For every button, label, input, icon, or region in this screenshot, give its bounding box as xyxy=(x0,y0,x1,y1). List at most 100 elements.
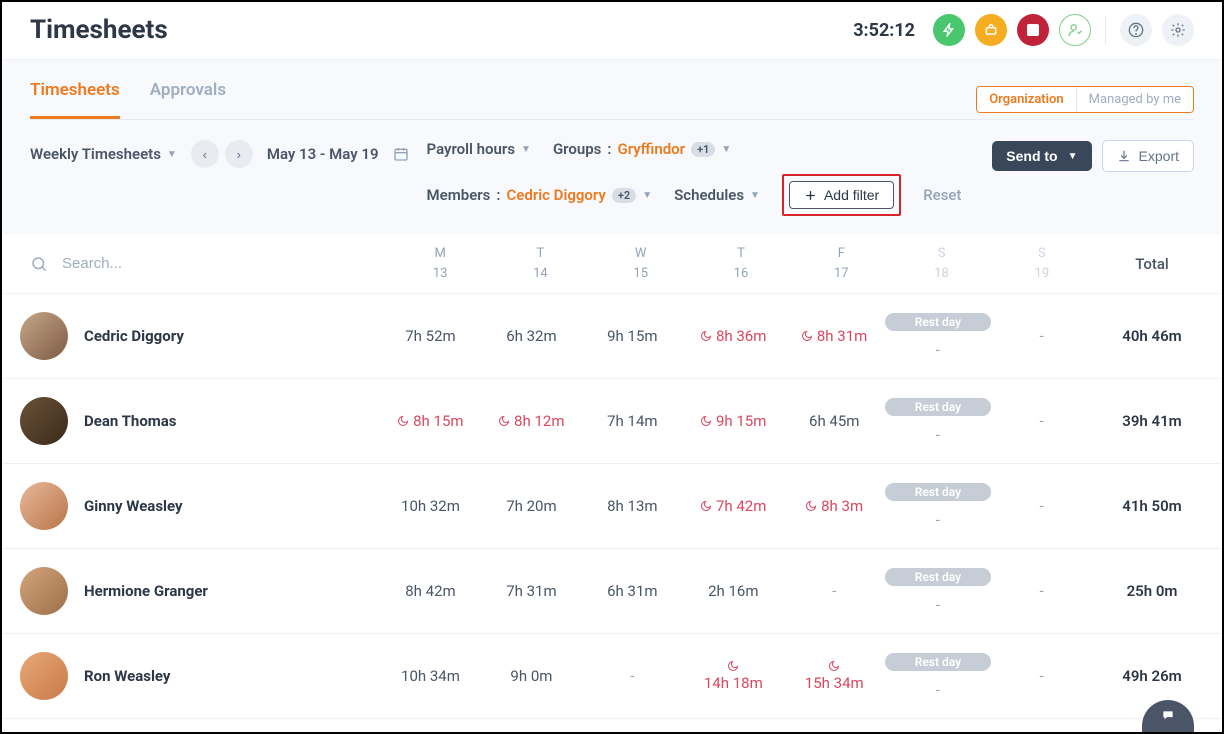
day-header: M13 xyxy=(390,244,490,283)
time-cell[interactable]: Rest day- xyxy=(885,568,991,614)
tracker-stop-button[interactable] xyxy=(1017,14,1049,46)
time-cell[interactable]: - xyxy=(991,497,1092,515)
rest-day-badge: Rest day xyxy=(885,313,991,331)
time-cell[interactable]: 8h 13m xyxy=(582,497,683,515)
time-cell[interactable]: Rest day- xyxy=(885,483,991,529)
rest-day-badge: Rest day xyxy=(885,568,991,586)
filter-schedules[interactable]: Schedules ▼ xyxy=(674,186,760,204)
time-cell[interactable]: - xyxy=(991,667,1092,685)
member-cell: Ginny Weasley xyxy=(20,482,380,530)
table-row[interactable]: Ron Weasley10h 34m9h 0m-14h 18m15h 34mRe… xyxy=(2,634,1222,719)
filter-members[interactable]: Members: Cedric Diggory +2 ▼ xyxy=(427,186,653,204)
time-cell[interactable]: 6h 31m xyxy=(582,582,683,600)
user-check-icon xyxy=(1067,22,1083,38)
tracker-action-2[interactable] xyxy=(975,14,1007,46)
export-button[interactable]: Export xyxy=(1102,140,1194,172)
lightning-icon xyxy=(942,23,956,37)
row-total: 41h 50m xyxy=(1092,497,1212,515)
member-cell: Ron Weasley xyxy=(20,652,380,700)
time-cell[interactable]: - xyxy=(991,582,1092,600)
member-cell: Hermione Granger xyxy=(20,567,380,615)
time-cell[interactable]: 8h 15m xyxy=(380,412,481,430)
time-cell[interactable]: 7h 14m xyxy=(582,412,683,430)
day-header: S18 xyxy=(891,244,991,283)
settings-button[interactable] xyxy=(1162,14,1194,46)
chat-icon xyxy=(1158,709,1178,723)
send-to-button[interactable]: Send to ▼ xyxy=(992,141,1091,171)
avatar xyxy=(20,652,68,700)
filter-groups[interactable]: Groups: Gryffindor +1 ▼ xyxy=(553,140,731,158)
avatar xyxy=(20,312,68,360)
tracker-action-1[interactable] xyxy=(933,14,965,46)
time-cell[interactable]: 2h 16m xyxy=(683,582,784,600)
topbar-actions: 3:52:12 xyxy=(853,14,1194,46)
briefcase-icon xyxy=(984,23,998,37)
time-cell[interactable]: - xyxy=(784,582,885,600)
reset-filters-button[interactable]: Reset xyxy=(923,186,961,204)
total-header: Total xyxy=(1092,255,1212,273)
table-row[interactable]: Cedric Diggory7h 52m6h 32m9h 15m 8h 36m … xyxy=(2,294,1222,379)
time-cell[interactable]: 8h 42m xyxy=(380,582,481,600)
avatar xyxy=(20,567,68,615)
time-cell[interactable]: 8h 12m xyxy=(481,412,582,430)
time-cell[interactable]: 9h 15m xyxy=(582,327,683,345)
time-cell[interactable]: 10h 34m xyxy=(380,667,481,685)
calendar-button[interactable] xyxy=(393,146,409,162)
table-row[interactable]: Ginny Weasley10h 32m7h 20m8h 13m 7h 42m … xyxy=(2,464,1222,549)
time-cell[interactable]: 6h 32m xyxy=(481,327,582,345)
topbar: Timesheets 3:52:12 xyxy=(2,2,1222,59)
time-cell[interactable]: 7h 31m xyxy=(481,582,582,600)
help-button[interactable] xyxy=(1120,14,1152,46)
member-cell: Dean Thomas xyxy=(20,397,380,445)
add-filter-highlight: Add filter xyxy=(782,174,901,216)
time-cell[interactable]: - xyxy=(991,327,1092,345)
stop-icon xyxy=(1027,24,1039,36)
row-total: 49h 26m xyxy=(1092,667,1212,685)
member-name: Cedric Diggory xyxy=(84,327,184,345)
caret-down-icon: ▼ xyxy=(167,149,177,160)
time-cell[interactable]: 7h 52m xyxy=(380,327,481,345)
day-header: W15 xyxy=(591,244,691,283)
tab-timesheets[interactable]: Timesheets xyxy=(30,80,120,119)
table-row[interactable]: Hermione Granger8h 42m7h 31m6h 31m2h 16m… xyxy=(2,549,1222,634)
search-input[interactable] xyxy=(62,255,262,272)
table-header-row: M13T14W15T16F17S18S19Total xyxy=(2,234,1222,294)
members-extra-badge: +2 xyxy=(612,188,636,203)
time-cell[interactable]: 14h 18m xyxy=(683,660,784,692)
time-cell[interactable]: 9h 15m xyxy=(683,412,784,430)
time-cell[interactable]: Rest day- xyxy=(885,313,991,359)
divider xyxy=(1105,16,1106,44)
add-filter-button[interactable]: Add filter xyxy=(789,181,894,209)
time-cell[interactable]: Rest day- xyxy=(885,398,991,444)
caret-down-icon: ▼ xyxy=(521,144,531,155)
time-cell[interactable]: 8h 31m xyxy=(784,327,885,345)
time-cell[interactable]: 10h 32m xyxy=(380,497,481,515)
table-row[interactable]: Dean Thomas 8h 15m 8h 12m7h 14m 9h 15m6h… xyxy=(2,379,1222,464)
time-cell[interactable]: 15h 34m xyxy=(784,660,885,692)
rest-day-badge: Rest day xyxy=(885,483,991,501)
prev-week-button[interactable]: ‹ xyxy=(191,140,219,168)
tab-approvals[interactable]: Approvals xyxy=(150,80,226,119)
view-selector[interactable]: Weekly Timesheets ▼ xyxy=(30,145,177,163)
time-cell[interactable]: Rest day- xyxy=(885,653,991,699)
download-icon xyxy=(1117,149,1131,163)
time-cell[interactable]: 8h 3m xyxy=(784,497,885,515)
tracker-user-button[interactable] xyxy=(1059,14,1091,46)
time-cell[interactable]: 9h 0m xyxy=(481,667,582,685)
time-cell[interactable]: - xyxy=(582,667,683,685)
filter-payroll-hours[interactable]: Payroll hours ▼ xyxy=(427,140,531,158)
row-total: 39h 41m xyxy=(1092,412,1212,430)
time-cell[interactable]: 8h 36m xyxy=(683,327,784,345)
time-cell[interactable]: - xyxy=(991,412,1092,430)
subbar: Timesheets Approvals Organization Managed… xyxy=(2,59,1222,234)
time-cell[interactable]: 7h 42m xyxy=(683,497,784,515)
time-cell[interactable]: 7h 20m xyxy=(481,497,582,515)
member-name: Ron Weasley xyxy=(84,667,170,685)
next-week-button[interactable]: › xyxy=(225,140,253,168)
scope-organization[interactable]: Organization xyxy=(977,87,1075,112)
scope-managed-by-me[interactable]: Managed by me xyxy=(1076,87,1193,112)
plus-icon xyxy=(804,189,817,202)
caret-down-icon: ▼ xyxy=(750,190,760,201)
time-cell[interactable]: 6h 45m xyxy=(784,412,885,430)
caret-down-icon: ▼ xyxy=(721,144,731,155)
